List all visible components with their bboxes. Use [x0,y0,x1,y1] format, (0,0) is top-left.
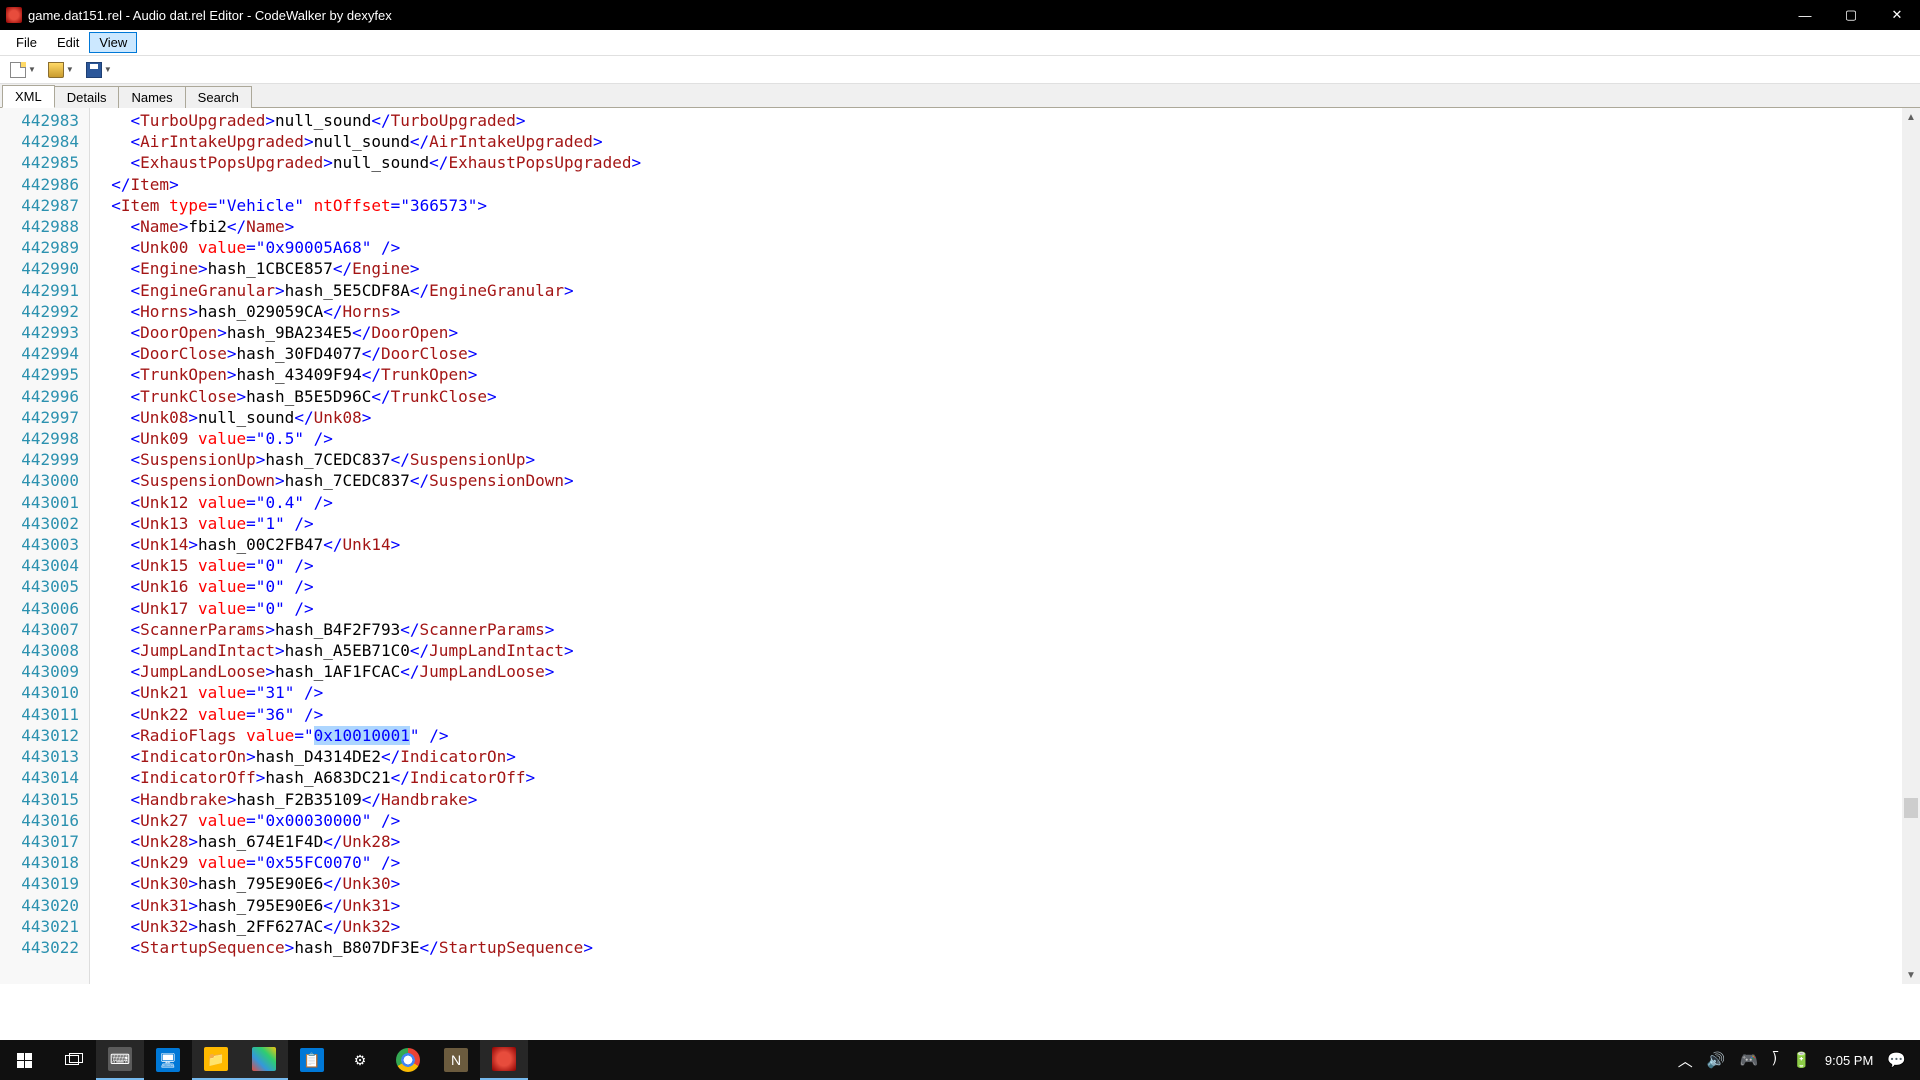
taskbar-notepad[interactable]: N [432,1040,480,1080]
wifi-icon[interactable]: ⟌ [1772,1052,1778,1069]
taskbar-chrome[interactable] [384,1040,432,1080]
taskbar-app-4[interactable] [240,1040,288,1080]
battery-icon[interactable]: 🔋 [1792,1051,1811,1069]
line-gutter: 442983 442984 442985 442986 442987 44298… [4,108,90,984]
save-file-icon [86,62,102,78]
open-file-icon [48,62,64,78]
editor-footer [0,984,1920,1040]
volume-icon[interactable]: 🔊 [1707,1051,1726,1069]
open-file-button[interactable]: ▼ [44,60,78,80]
scroll-up-button[interactable]: ▲ [1902,108,1920,126]
toolbar: ▼ ▼ ▼ [0,56,1920,84]
minimize-button[interactable]: — [1782,0,1828,30]
menu-edit[interactable]: Edit [47,32,89,53]
new-file-button[interactable]: ▼ [6,60,40,80]
start-button[interactable] [0,1040,48,1080]
maximize-button[interactable]: ▢ [1828,0,1874,30]
scroll-track[interactable] [1902,126,1920,966]
vertical-scrollbar[interactable]: ▲ ▼ [1902,108,1920,984]
taskbar-codewalker[interactable] [480,1040,528,1080]
window-title: game.dat151.rel - Audio dat.rel Editor -… [28,8,1782,23]
task-view-button[interactable] [48,1040,96,1080]
scroll-thumb[interactable] [1904,798,1918,818]
taskbar-app-1[interactable]: ⌨ [96,1040,144,1080]
taskbar-settings[interactable]: ⚙ [336,1040,384,1080]
taskbar: ⌨ 🖥 📁 📋 ⚙ N ︿ 🔊 🎮 ⟌ 🔋 9:05 PM 💬 [0,1040,1920,1080]
notifications-icon[interactable]: 💬 [1887,1051,1906,1069]
taskbar-app-2[interactable]: 🖥 [144,1040,192,1080]
tab-names[interactable]: Names [118,86,185,108]
app-icon [6,7,22,23]
new-file-icon [10,62,26,78]
gamebar-icon[interactable]: 🎮 [1739,1051,1758,1069]
close-button[interactable]: ✕ [1874,0,1920,30]
tab-details[interactable]: Details [54,86,120,108]
menu-view[interactable]: View [89,32,137,53]
taskbar-app-5[interactable]: 📋 [288,1040,336,1080]
tabbar: XML Details Names Search [0,84,1920,108]
system-tray: ︿ 🔊 🎮 ⟌ 🔋 9:05 PM 💬 [1664,1050,1920,1071]
save-file-button[interactable]: ▼ [82,60,116,80]
code-area[interactable]: <TurboUpgraded>null_sound</TurboUpgraded… [90,108,1902,984]
menubar: File Edit View [0,30,1920,56]
tab-xml[interactable]: XML [2,85,55,108]
taskbar-file-explorer[interactable]: 📁 [192,1040,240,1080]
titlebar: game.dat151.rel - Audio dat.rel Editor -… [0,0,1920,30]
editor: 442983 442984 442985 442986 442987 44298… [0,108,1920,984]
tab-search[interactable]: Search [185,86,252,108]
scroll-down-button[interactable]: ▼ [1902,966,1920,984]
tray-chevron-icon[interactable]: ︿ [1678,1050,1693,1071]
clock[interactable]: 9:05 PM [1825,1053,1873,1068]
menu-file[interactable]: File [6,32,47,53]
